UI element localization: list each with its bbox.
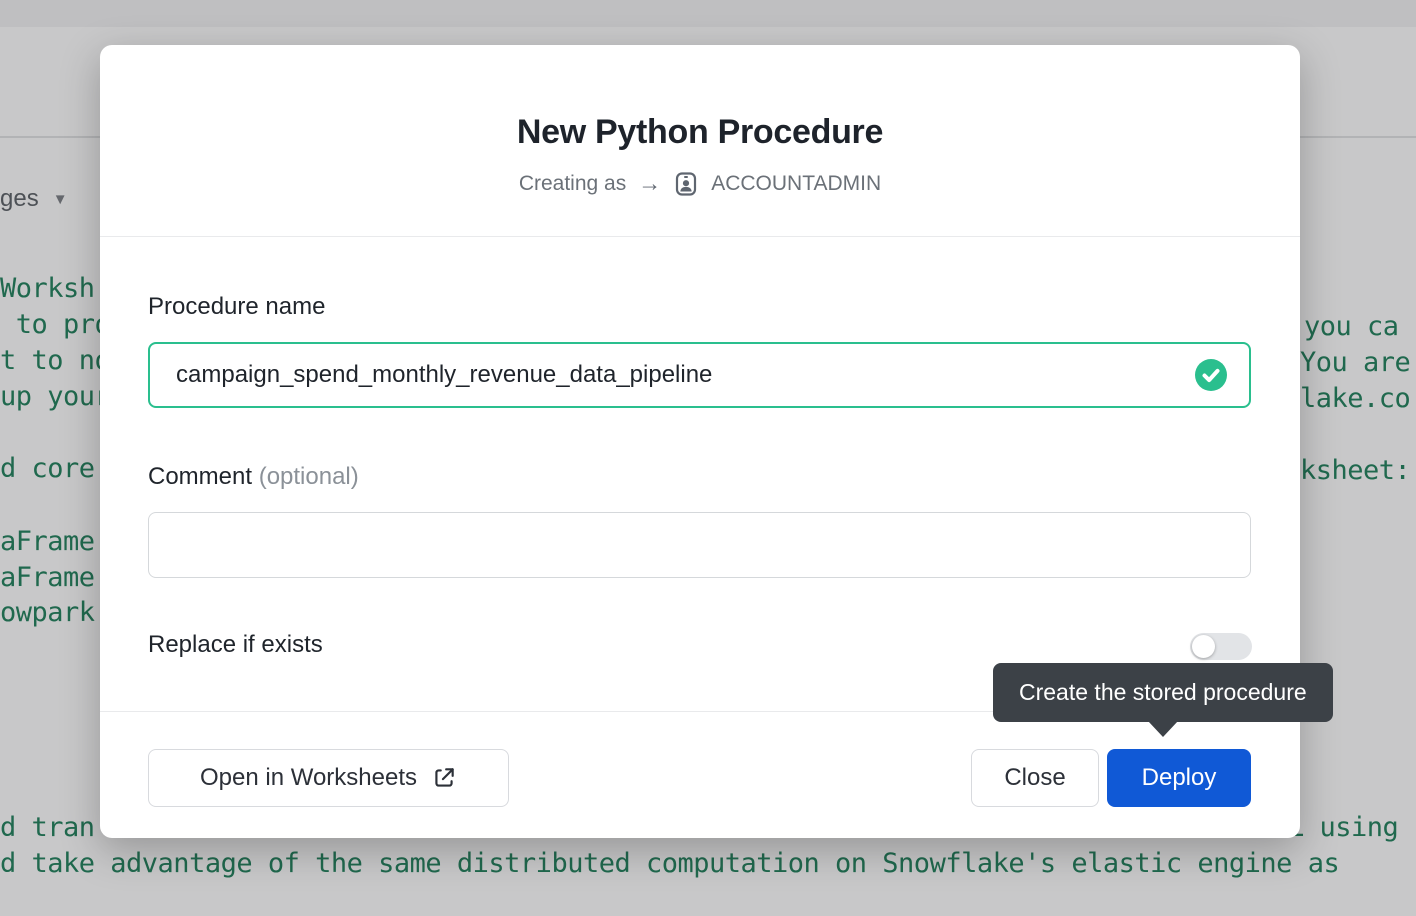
role-name: ACCOUNTADMIN: [711, 172, 881, 196]
deploy-tooltip: Create the stored procedure: [993, 663, 1333, 722]
comment-label-text: Comment: [148, 463, 252, 490]
code-snippet: Worksh: [0, 273, 95, 304]
code-snippet: d tran: [0, 812, 95, 843]
code-snippet: d take advantage of the same distributed…: [0, 848, 1339, 879]
replace-if-exists-label: Replace if exists: [148, 631, 323, 659]
code-snippet: up your: [0, 381, 110, 412]
comment-field-wrap: [148, 512, 1251, 578]
open-in-worksheets-button[interactable]: Open in Worksheets: [148, 749, 509, 807]
chevron-down-icon: ▼: [53, 191, 68, 208]
toggle-knob: [1192, 635, 1215, 658]
deploy-button-label: Deploy: [1142, 764, 1217, 792]
code-snippet: t to no: [0, 345, 110, 376]
code-snippet: d core: [0, 453, 95, 484]
user-badge-icon: [673, 171, 699, 197]
deploy-tooltip-text: Create the stored procedure: [1019, 679, 1307, 705]
code-snippet: aFrame.: [0, 562, 110, 593]
code-snippet: ksheet:: [1300, 455, 1410, 486]
code-snippet: lake.co: [1300, 383, 1410, 414]
code-snippet: owpark: [0, 597, 95, 628]
code-snippet: you ca: [1304, 311, 1399, 342]
dialog-footer: Open in Worksheets Close Deploy: [100, 711, 1300, 838]
screen: ges ▼ Worksh to pro t to no up your d co…: [0, 0, 1416, 916]
procedure-name-label: Procedure name: [148, 293, 325, 321]
comment-label: Comment (optional): [148, 463, 359, 491]
comment-input[interactable]: [148, 512, 1251, 578]
external-link-icon: [431, 765, 457, 791]
arrow-right-icon: →: [638, 170, 661, 197]
comment-optional-text: (optional): [259, 463, 359, 490]
procedure-name-field-wrap: [148, 342, 1251, 408]
dialog-header: New Python Procedure Creating as → ACCOU…: [100, 45, 1300, 237]
replace-if-exists-toggle[interactable]: [1190, 633, 1252, 660]
code-snippet: L using: [1288, 812, 1398, 843]
code-snippet: aFrame.: [0, 526, 110, 557]
procedure-name-input[interactable]: [148, 342, 1251, 408]
open-in-worksheets-label: Open in Worksheets: [200, 764, 417, 792]
close-button-label: Close: [1004, 764, 1065, 792]
tooltip-arrow: [1148, 721, 1178, 737]
dialog-title: New Python Procedure: [100, 113, 1300, 152]
creating-as-row: Creating as → ACCOUNTADMIN: [100, 170, 1300, 197]
deploy-button[interactable]: Deploy: [1107, 749, 1251, 807]
valid-check-icon: [1195, 359, 1227, 391]
creating-as-label: Creating as: [519, 172, 626, 196]
background-top-bar: [0, 0, 1416, 27]
packages-dropdown: ges ▼: [0, 185, 68, 213]
code-snippet: You are: [1300, 347, 1410, 378]
code-snippet: to pro: [0, 309, 110, 340]
packages-dropdown-label: ges: [0, 185, 39, 213]
close-button[interactable]: Close: [971, 749, 1099, 807]
